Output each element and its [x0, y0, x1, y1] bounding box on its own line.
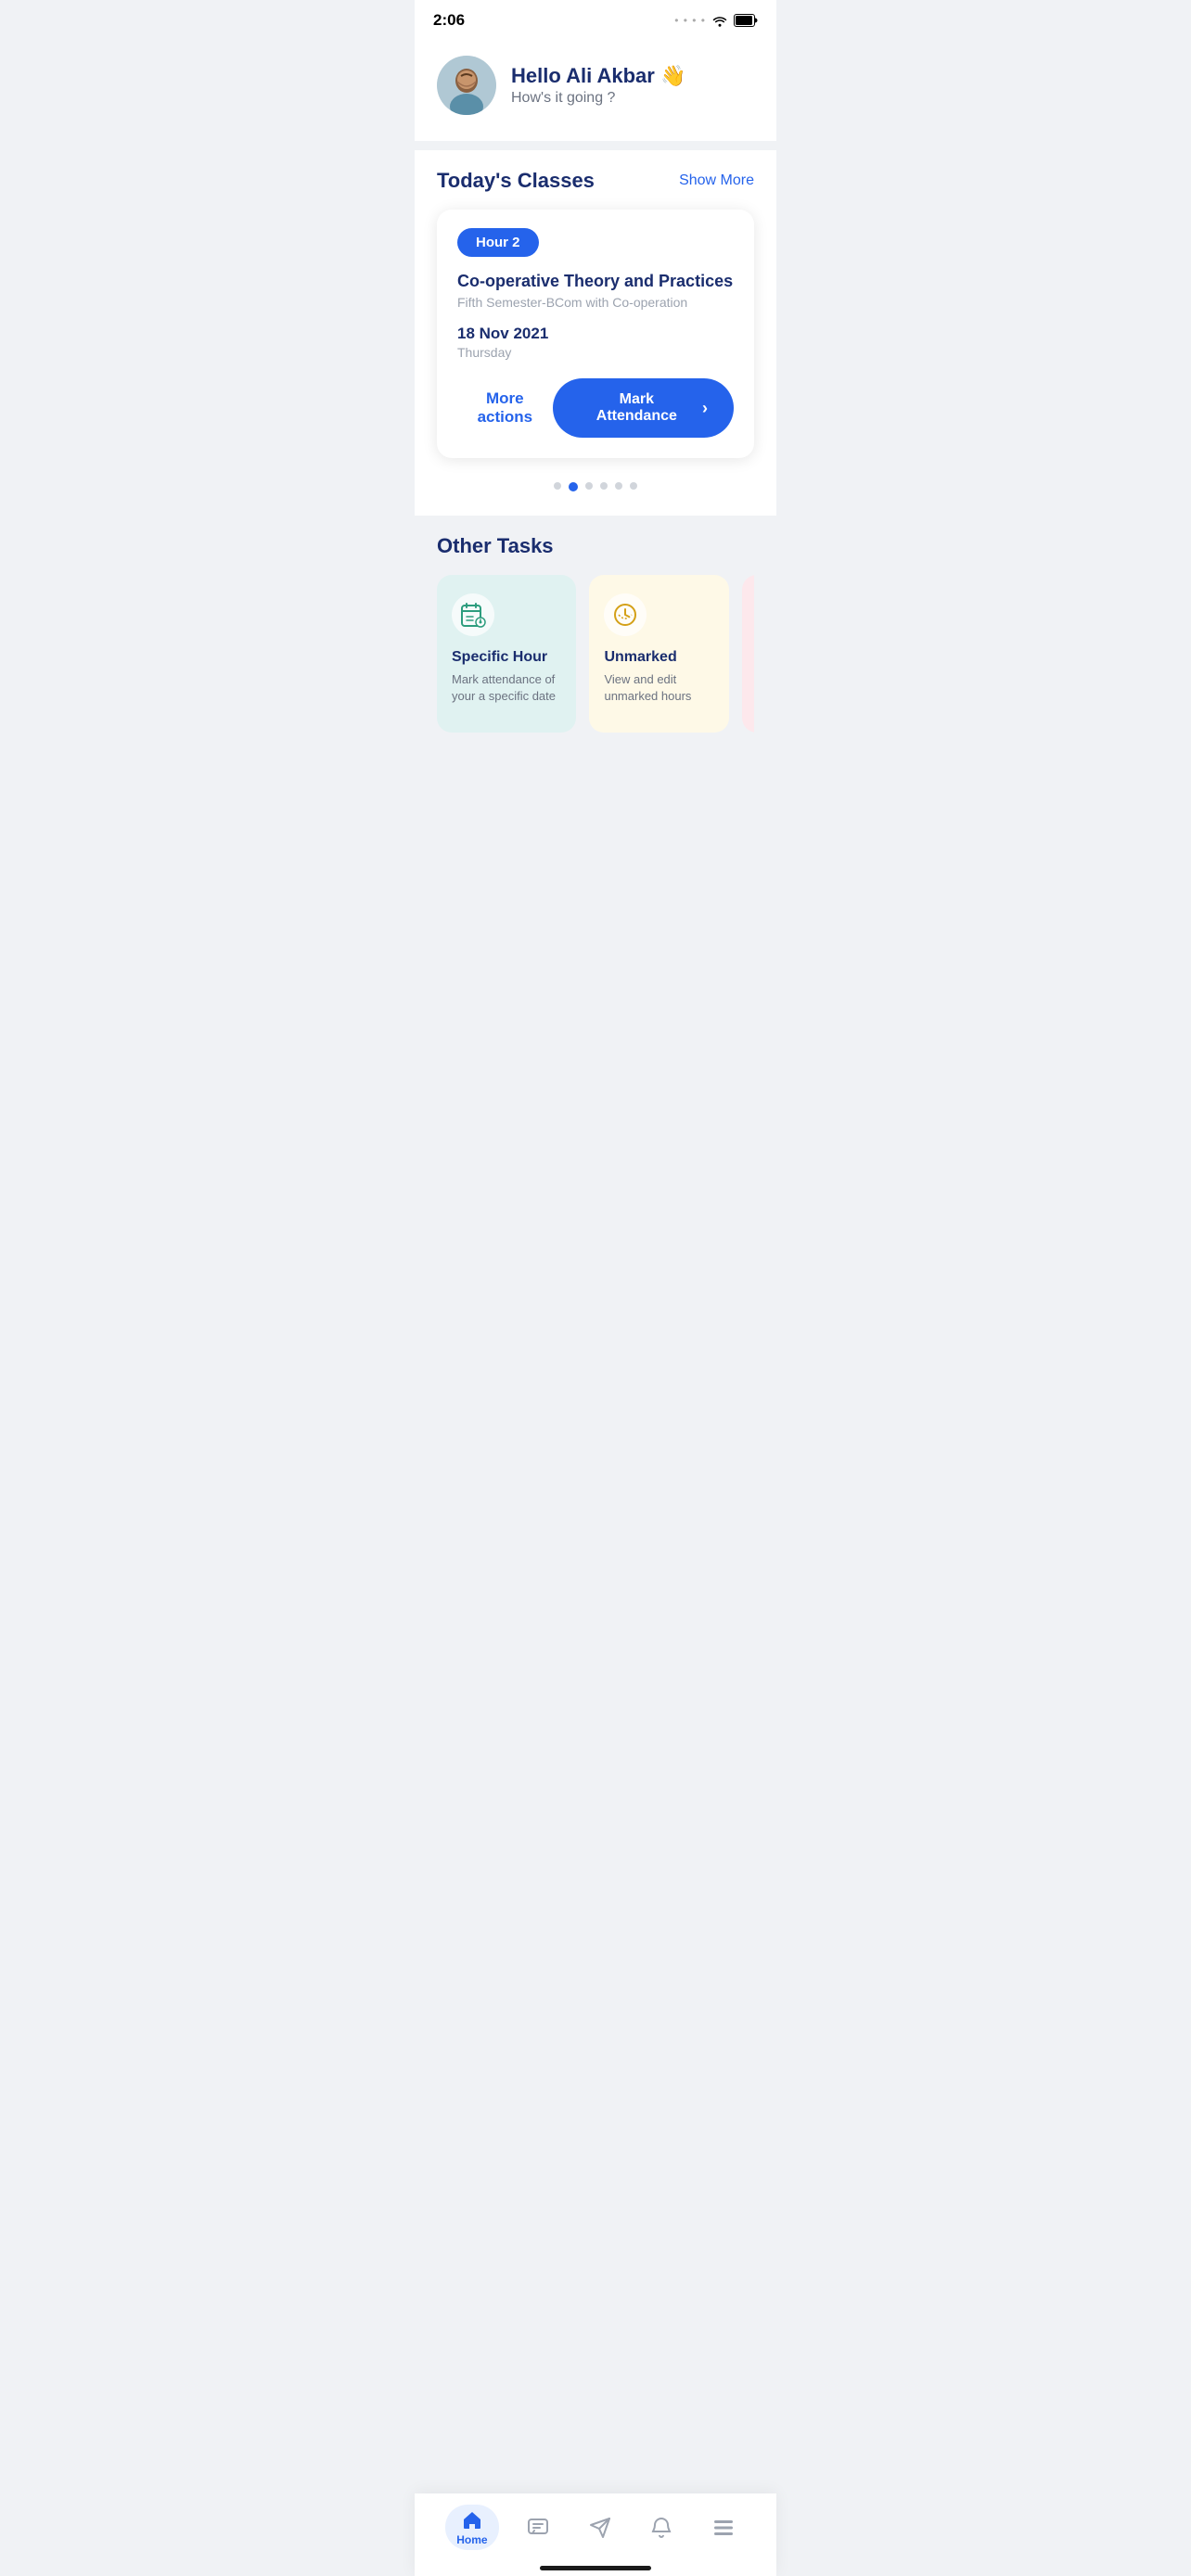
specific-hour-desc: Mark attendance of your a specific date — [452, 671, 561, 705]
class-sub: Fifth Semester-BCom with Co-operation — [457, 295, 734, 310]
chat-icon — [527, 2517, 549, 2539]
card-actions: More actions Mark Attendance › — [457, 378, 734, 438]
arrow-icon: › — [702, 399, 708, 418]
task-card-specific-hour[interactable]: Specific Hour Mark attendance of your a … — [437, 575, 576, 733]
classes-title: Today's Classes — [437, 169, 595, 193]
tasks-grid: Specific Hour Mark attendance of your a … — [437, 575, 754, 733]
nav-more[interactable] — [701, 2513, 746, 2543]
show-more-button[interactable]: Show More — [679, 172, 754, 189]
section-header: Today's Classes Show More — [437, 169, 754, 193]
nav-home[interactable]: Home — [445, 2505, 498, 2550]
dot-1[interactable] — [554, 482, 561, 490]
home-indicator — [540, 2566, 651, 2570]
nav-send[interactable] — [578, 2513, 622, 2543]
tasks-section: Other Tasks Specific Hour Mark attendanc… — [415, 516, 776, 751]
class-day: Thursday — [457, 345, 734, 360]
nav-home-label: Home — [456, 2533, 487, 2546]
nav-bell[interactable] — [639, 2513, 684, 2543]
nav-chat[interactable] — [516, 2513, 560, 2543]
status-bar: 2:06 • • • • — [415, 0, 776, 37]
class-card: Hour 2 Co-operative Theory and Practices… — [437, 210, 754, 458]
dot-3[interactable] — [585, 482, 593, 490]
more-actions-button[interactable]: More actions — [457, 389, 553, 427]
avatar — [437, 56, 496, 115]
tasks-title: Other Tasks — [437, 534, 754, 558]
home-icon — [461, 2508, 483, 2531]
unmarked-icon — [604, 593, 647, 636]
greeting-name: Hello Ali Akbar 👋 — [511, 64, 685, 88]
carousel-dots — [437, 473, 754, 497]
status-icons: • • • • — [674, 14, 758, 27]
dot-6[interactable] — [630, 482, 637, 490]
class-date: 18 Nov 2021 — [457, 325, 734, 343]
greeting-sub: How's it going ? — [511, 90, 685, 107]
mark-attendance-button[interactable]: Mark Attendance › — [553, 378, 734, 438]
unmarked-name: Unmarked — [604, 649, 713, 666]
signal-icon: • • • • — [674, 14, 706, 27]
battery-icon — [734, 14, 758, 27]
hour-badge: Hour 2 — [457, 228, 539, 257]
classes-section: Today's Classes Show More Hour 2 Co-oper… — [415, 150, 776, 516]
specific-hour-icon — [452, 593, 494, 636]
unmarked-desc: View and edit unmarked hours — [604, 671, 713, 705]
dot-5[interactable] — [615, 482, 622, 490]
dot-4[interactable] — [600, 482, 608, 490]
class-name: Co-operative Theory and Practices — [457, 272, 734, 291]
mark-attendance-label: Mark Attendance — [579, 391, 695, 425]
more-icon — [712, 2517, 735, 2539]
bottom-nav: Home — [415, 2493, 776, 2576]
wifi-icon — [711, 14, 728, 27]
send-icon — [589, 2517, 611, 2539]
dot-2[interactable] — [569, 482, 578, 491]
task-card-adjust[interactable]: Adju Mark your a — [742, 575, 754, 733]
task-card-unmarked[interactable]: Unmarked View and edit unmarked hours — [589, 575, 728, 733]
greeting-text: Hello Ali Akbar 👋 How's it going ? — [511, 64, 685, 107]
greeting-section: Hello Ali Akbar 👋 How's it going ? — [415, 37, 776, 141]
status-time: 2:06 — [433, 11, 465, 30]
bell-icon — [650, 2517, 672, 2539]
specific-hour-name: Specific Hour — [452, 649, 561, 666]
